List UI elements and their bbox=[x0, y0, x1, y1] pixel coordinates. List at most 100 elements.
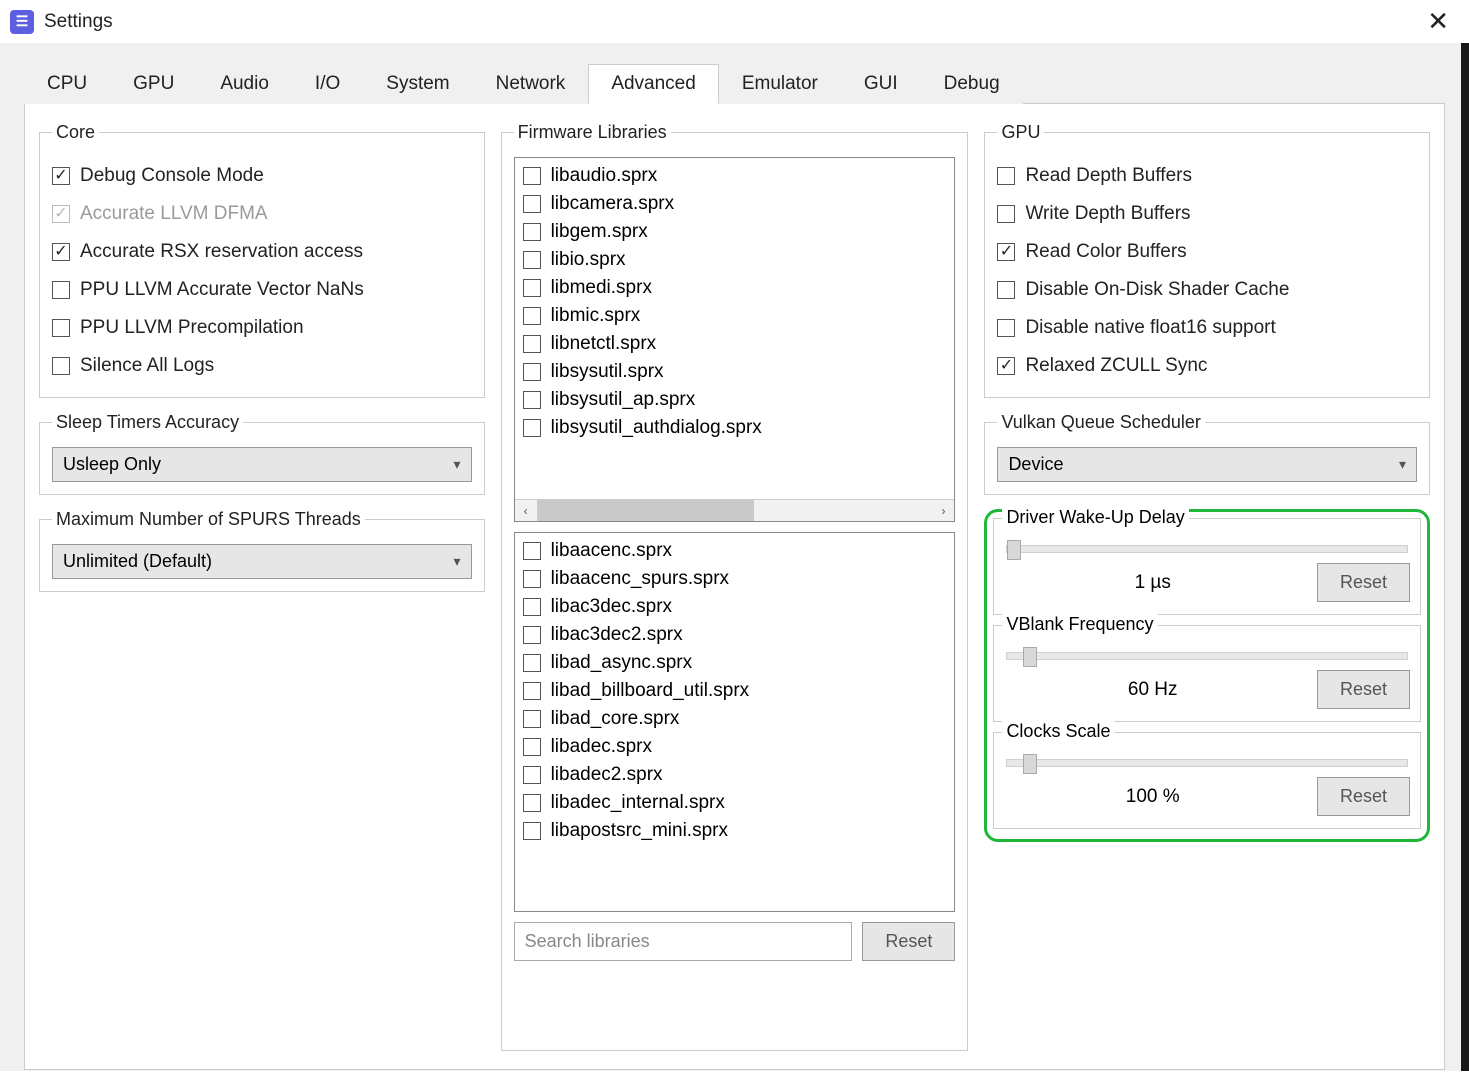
checkbox-icon bbox=[523, 307, 541, 325]
checkbox-icon bbox=[523, 626, 541, 644]
read-depth-check[interactable]: Read Depth Buffers bbox=[997, 157, 1417, 195]
wakeup-reset-button[interactable]: Reset bbox=[1317, 563, 1410, 602]
chevron-down-icon: ▾ bbox=[454, 456, 461, 473]
tab-audio[interactable]: Audio bbox=[197, 64, 292, 104]
middle-column: Firmware Libraries libaudio.sprxlibcamer… bbox=[501, 122, 969, 1051]
close-button[interactable]: ✕ bbox=[1417, 6, 1459, 37]
window-scrollbar[interactable] bbox=[1461, 43, 1469, 1071]
gpu-legend: GPU bbox=[997, 122, 1044, 143]
silence-logs-check[interactable]: Silence All Logs bbox=[52, 347, 472, 385]
library-item[interactable]: libad_billboard_util.sprx bbox=[517, 677, 953, 705]
checkbox-icon bbox=[523, 710, 541, 728]
library-item[interactable]: libadec.sprx bbox=[517, 733, 953, 761]
debug-console-mode-check[interactable]: Debug Console Mode bbox=[52, 157, 472, 195]
horizontal-scrollbar[interactable]: ‹ › bbox=[515, 499, 955, 521]
checkbox-icon bbox=[52, 243, 70, 261]
checkbox-icon bbox=[523, 195, 541, 213]
library-item[interactable]: libac3dec2.sprx bbox=[517, 621, 953, 649]
checkbox-icon bbox=[523, 766, 541, 784]
library-item[interactable]: libmic.sprx bbox=[517, 302, 953, 330]
library-item[interactable]: libaacenc_spurs.sprx bbox=[517, 565, 953, 593]
library-item[interactable]: libad_core.sprx bbox=[517, 705, 953, 733]
library-item[interactable]: libgem.sprx bbox=[517, 218, 953, 246]
library-item[interactable]: libcamera.sprx bbox=[517, 190, 953, 218]
tab-emulator[interactable]: Emulator bbox=[719, 64, 841, 104]
highlighted-sliders: Driver Wake-Up Delay 1 µs Reset VBlank F… bbox=[984, 509, 1430, 842]
checkbox-icon bbox=[523, 391, 541, 409]
library-item[interactable]: libaacenc.sprx bbox=[517, 537, 953, 565]
sleep-timers-select[interactable]: Usleep Only ▾ bbox=[52, 447, 472, 482]
tab-debug[interactable]: Debug bbox=[921, 64, 1023, 104]
relaxed-zcull-check[interactable]: Relaxed ZCULL Sync bbox=[997, 347, 1417, 385]
firmware-list-1[interactable]: libaudio.sprxlibcamera.sprxlibgem.sprxli… bbox=[514, 157, 956, 522]
checkbox-icon bbox=[523, 251, 541, 269]
tab-gui[interactable]: GUI bbox=[841, 64, 921, 104]
tab-io[interactable]: I/O bbox=[292, 64, 363, 104]
accurate-rsx-check[interactable]: Accurate RSX reservation access bbox=[52, 233, 472, 271]
gpu-group: GPU Read Depth Buffers Write Depth Buffe… bbox=[984, 122, 1430, 398]
checkbox-icon bbox=[523, 598, 541, 616]
vulkan-legend: Vulkan Queue Scheduler bbox=[997, 412, 1204, 433]
checkbox-icon bbox=[523, 542, 541, 560]
tab-network[interactable]: Network bbox=[473, 64, 589, 104]
firmware-reset-button[interactable]: Reset bbox=[862, 922, 955, 961]
checkbox-icon bbox=[52, 319, 70, 337]
ppu-nans-check[interactable]: PPU LLVM Accurate Vector NaNs bbox=[52, 271, 472, 309]
library-item[interactable]: libsysutil.sprx bbox=[517, 358, 953, 386]
window-title: Settings bbox=[44, 11, 113, 33]
firmware-legend: Firmware Libraries bbox=[514, 122, 671, 143]
tab-advanced[interactable]: Advanced bbox=[588, 64, 719, 104]
accurate-llvm-dfma-check: Accurate LLVM DFMA bbox=[52, 195, 472, 233]
disable-shader-cache-check[interactable]: Disable On-Disk Shader Cache bbox=[997, 271, 1417, 309]
library-item[interactable]: libad_async.sprx bbox=[517, 649, 953, 677]
tab-gpu[interactable]: GPU bbox=[110, 64, 197, 104]
spurs-legend: Maximum Number of SPURS Threads bbox=[52, 509, 365, 530]
checkbox-icon bbox=[523, 738, 541, 756]
clocks-slider-group: Clocks Scale 100 % Reset bbox=[993, 732, 1421, 829]
vulkan-select[interactable]: Device ▾ bbox=[997, 447, 1417, 482]
vblank-slider-group: VBlank Frequency 60 Hz Reset bbox=[993, 625, 1421, 722]
clocks-slider[interactable] bbox=[1006, 759, 1408, 767]
tab-bar: CPU GPU Audio I/O System Network Advance… bbox=[24, 63, 1445, 104]
vblank-slider[interactable] bbox=[1006, 652, 1408, 660]
sleep-timers-legend: Sleep Timers Accuracy bbox=[52, 412, 243, 433]
library-item[interactable]: libapostsrc_mini.sprx bbox=[517, 817, 953, 845]
scroll-right-icon[interactable]: › bbox=[932, 500, 954, 521]
checkbox-icon bbox=[997, 205, 1015, 223]
read-color-check[interactable]: Read Color Buffers bbox=[997, 233, 1417, 271]
search-libraries-input[interactable]: Search libraries bbox=[514, 922, 853, 961]
checkbox-icon bbox=[52, 205, 70, 223]
clocks-reset-button[interactable]: Reset bbox=[1317, 777, 1410, 816]
checkbox-icon bbox=[52, 357, 70, 375]
write-depth-check[interactable]: Write Depth Buffers bbox=[997, 195, 1417, 233]
checkbox-icon bbox=[52, 167, 70, 185]
library-item[interactable]: libsysutil_authdialog.sprx bbox=[517, 414, 953, 442]
library-item[interactable]: libnetctl.sprx bbox=[517, 330, 953, 358]
checkbox-icon bbox=[523, 167, 541, 185]
library-item[interactable]: libaudio.sprx bbox=[517, 162, 953, 190]
library-item[interactable]: libac3dec.sprx bbox=[517, 593, 953, 621]
spurs-group: Maximum Number of SPURS Threads Unlimite… bbox=[39, 509, 485, 592]
vulkan-group: Vulkan Queue Scheduler Device ▾ bbox=[984, 412, 1430, 495]
wakeup-slider[interactable] bbox=[1006, 545, 1408, 553]
spurs-select[interactable]: Unlimited (Default) ▾ bbox=[52, 544, 472, 579]
tab-system[interactable]: System bbox=[363, 64, 472, 104]
tab-cpu[interactable]: CPU bbox=[24, 64, 110, 104]
library-item[interactable]: libadec2.sprx bbox=[517, 761, 953, 789]
disable-float16-check[interactable]: Disable native float16 support bbox=[997, 309, 1417, 347]
checkbox-icon bbox=[523, 570, 541, 588]
advanced-panel: Core Debug Console Mode Accurate LLVM DF… bbox=[24, 104, 1445, 1070]
chevron-down-icon: ▾ bbox=[1399, 456, 1406, 473]
library-item[interactable]: libsysutil_ap.sprx bbox=[517, 386, 953, 414]
checkbox-icon bbox=[523, 822, 541, 840]
vblank-reset-button[interactable]: Reset bbox=[1317, 670, 1410, 709]
library-item[interactable]: libadec_internal.sprx bbox=[517, 789, 953, 817]
library-item[interactable]: libio.sprx bbox=[517, 246, 953, 274]
checkbox-icon bbox=[997, 319, 1015, 337]
checkbox-icon bbox=[997, 357, 1015, 375]
checkbox-icon bbox=[523, 794, 541, 812]
firmware-list-2[interactable]: libaacenc.sprxlibaacenc_spurs.sprxlibac3… bbox=[514, 532, 956, 912]
library-item[interactable]: libmedi.sprx bbox=[517, 274, 953, 302]
ppu-precomp-check[interactable]: PPU LLVM Precompilation bbox=[52, 309, 472, 347]
scroll-left-icon[interactable]: ‹ bbox=[515, 500, 537, 521]
